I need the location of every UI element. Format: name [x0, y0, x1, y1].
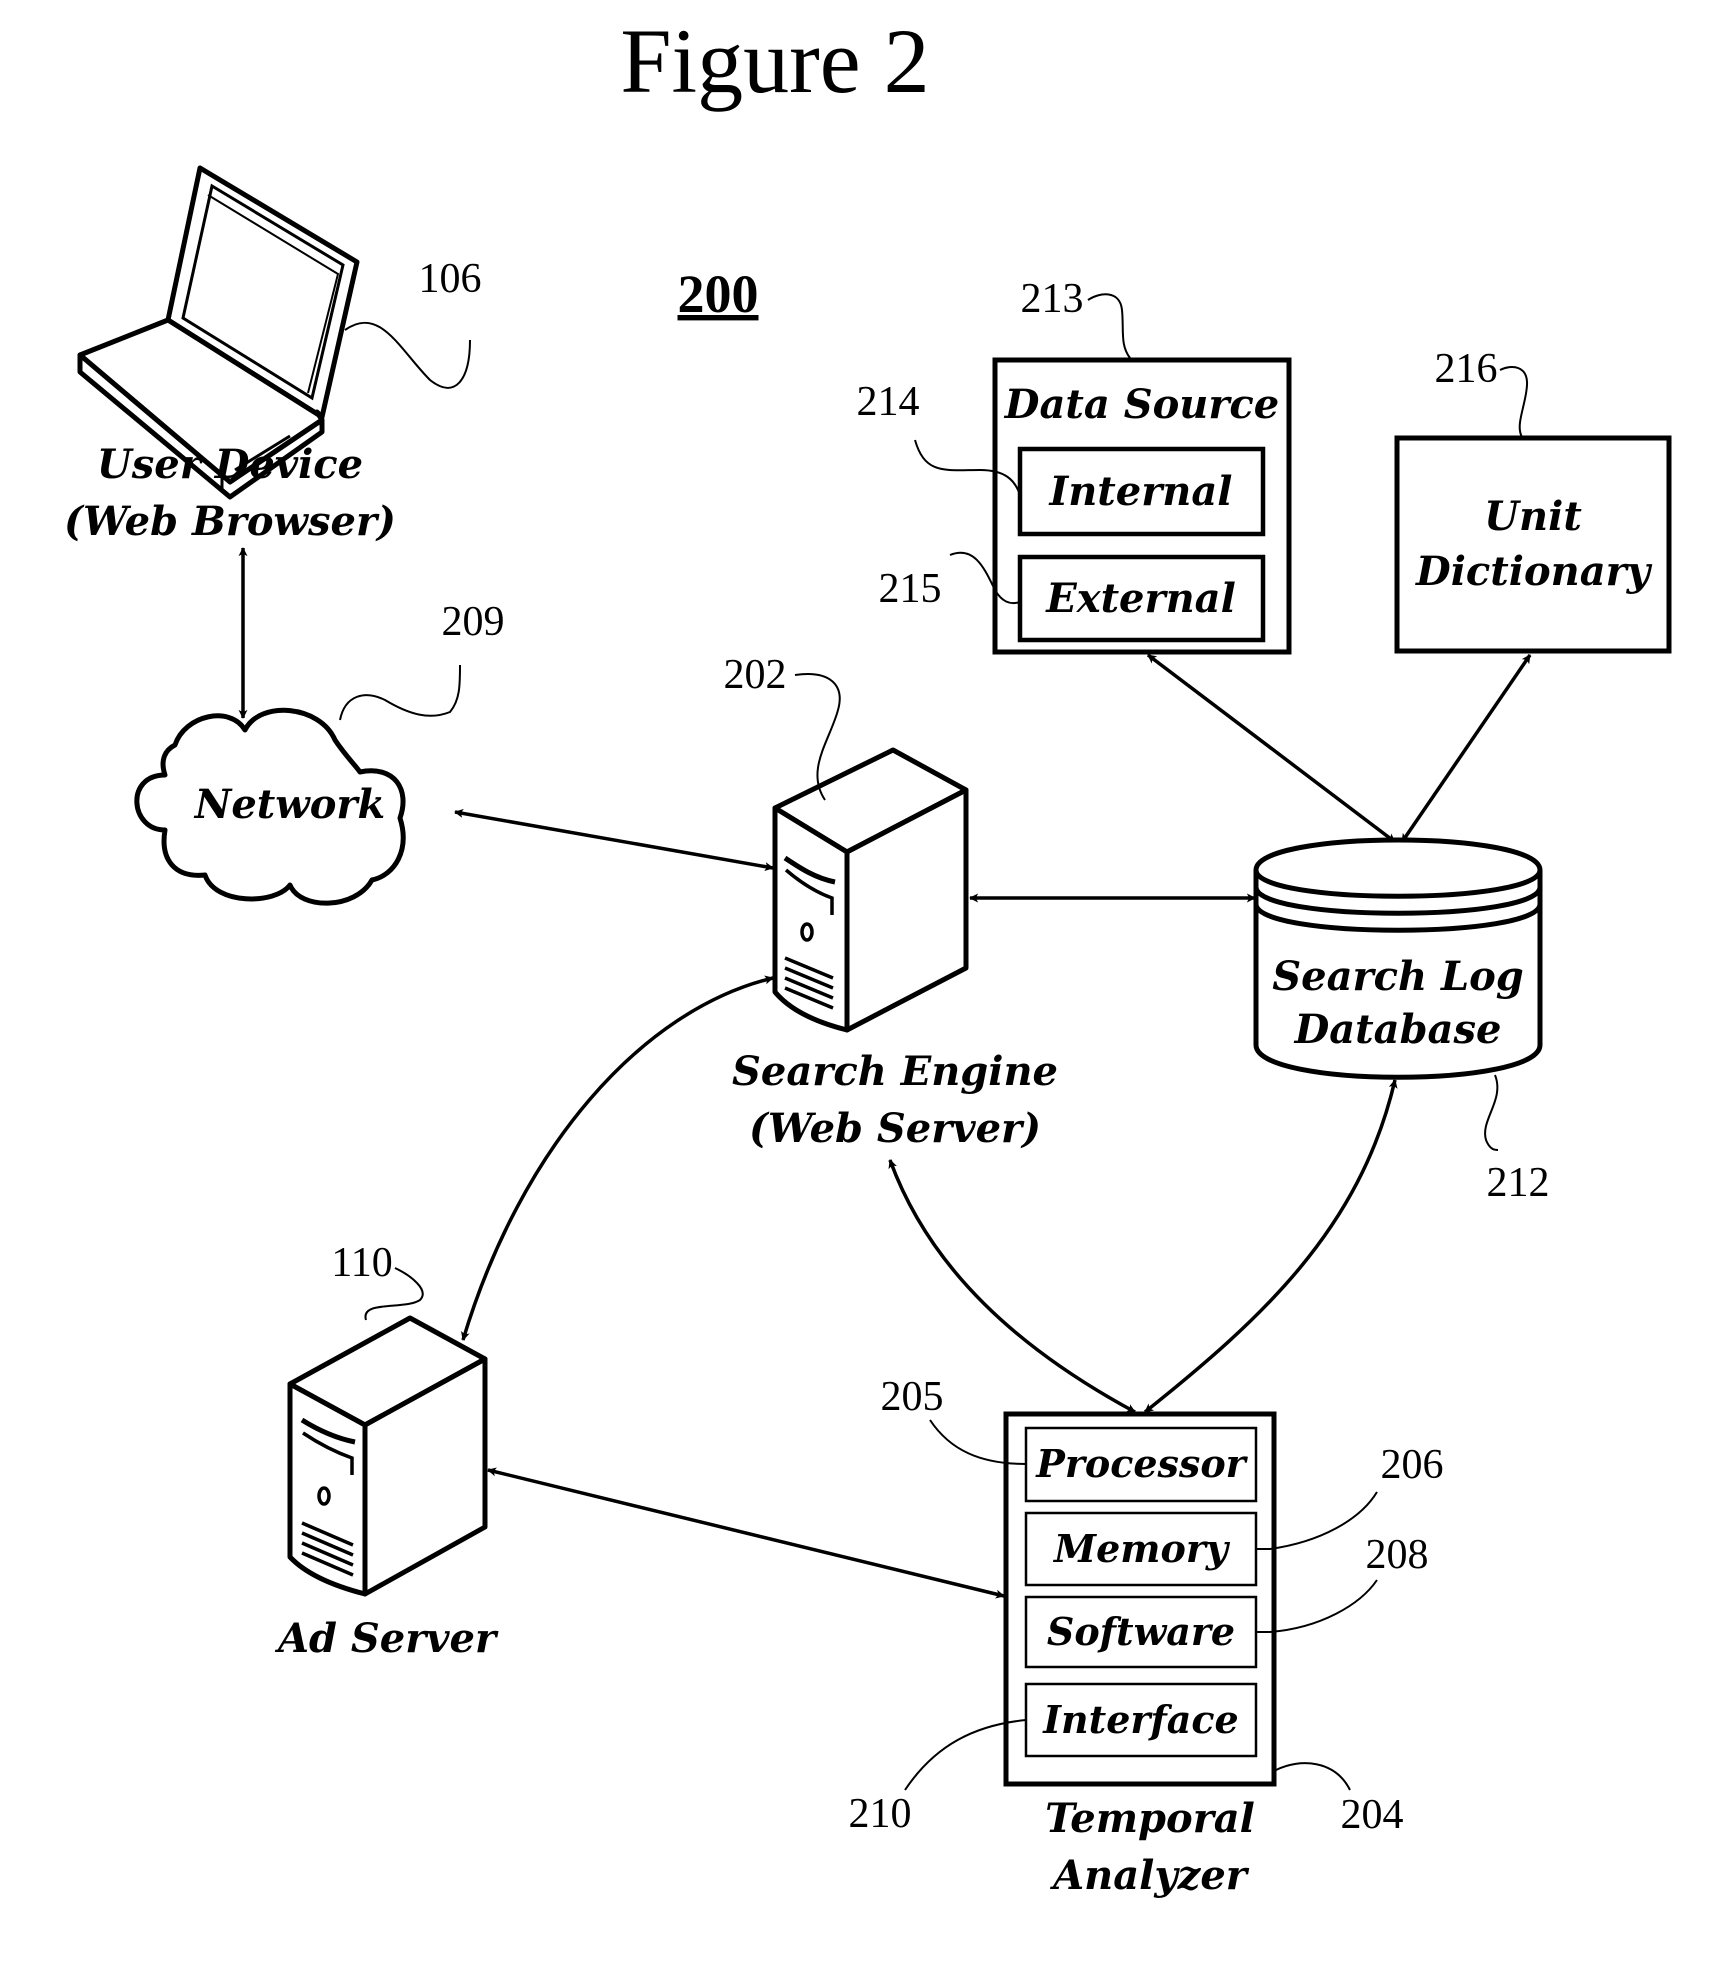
network-label: Network	[193, 781, 385, 828]
memory-label: Memory	[1052, 1526, 1231, 1571]
arrow-datasource-database	[1146, 653, 1397, 844]
ref-209: 209	[442, 599, 505, 645]
leader-213	[1087, 293, 1131, 359]
system-ref-label: 200	[678, 264, 759, 324]
search-engine-label: Search Engine	[732, 1048, 1058, 1095]
web-browser-label: (Web Browser)	[64, 498, 396, 545]
external-label: External	[1045, 575, 1236, 622]
leader-216	[1499, 366, 1529, 438]
ref-106: 106	[419, 256, 482, 302]
ref-208: 208	[1366, 1532, 1429, 1578]
database-label: Database	[1294, 1006, 1502, 1053]
ref-212: 212	[1487, 1160, 1550, 1206]
user-device[interactable]: 106 User Device (Web Browser)	[64, 165, 482, 545]
arrow-dictionary-database	[1400, 654, 1532, 843]
server-tower-icon	[287, 1315, 488, 1597]
leader-209	[339, 664, 461, 721]
interface-label: Interface	[1042, 1697, 1238, 1742]
temporal-analyzer[interactable]: Processor Memory Software Interface Temp…	[849, 1374, 1444, 1899]
ref-214: 214	[857, 379, 920, 425]
search-log-database[interactable]: Search Log Database 212	[1253, 837, 1550, 1206]
ref-210: 210	[849, 1791, 912, 1837]
ref-206: 206	[1381, 1442, 1444, 1488]
user-device-label: User Device	[97, 441, 363, 488]
figure-title: Figure 2	[620, 10, 929, 112]
ad-server[interactable]: 110 Ad Server	[274, 1240, 499, 1662]
dictionary-label: Dictionary	[1415, 548, 1653, 595]
search-log-label: Search Log	[1272, 953, 1523, 1000]
ref-213: 213	[1021, 276, 1084, 322]
leader-212	[1484, 1074, 1499, 1151]
unit-dictionary-box	[1394, 435, 1672, 654]
analyzer-label: Analyzer	[1049, 1852, 1250, 1899]
leader-204	[1275, 1762, 1351, 1791]
ref-216: 216	[1435, 346, 1498, 392]
software-label: Software	[1047, 1609, 1235, 1654]
ref-202: 202	[724, 652, 787, 698]
data-source-label: Data Source	[1004, 381, 1279, 428]
ref-205: 205	[881, 1374, 944, 1420]
arrow-adserver-temporal	[487, 1467, 1005, 1599]
web-server-label: (Web Server)	[749, 1105, 1041, 1152]
system-diagram: Figure 2 200 106 User Device (Web Browse…	[64, 10, 1672, 1899]
ref-110: 110	[331, 1240, 392, 1286]
unit-label: Unit	[1484, 493, 1582, 540]
ref-204: 204	[1341, 1792, 1404, 1838]
arrow-search-adserver	[461, 975, 774, 1341]
network[interactable]: Network 209	[134, 599, 505, 906]
server-tower-icon	[772, 747, 969, 1033]
processor-label: Processor	[1035, 1441, 1248, 1486]
arrow-network-search	[454, 808, 774, 872]
arrow-database-temporal	[1143, 1079, 1398, 1414]
search-engine[interactable]: 202 Search Engine (Web Server)	[724, 652, 1058, 1152]
ad-server-label: Ad Server	[274, 1615, 499, 1662]
internal-label: Internal	[1049, 468, 1233, 515]
temporal-label: Temporal	[1045, 1795, 1255, 1842]
leader-106	[344, 321, 471, 389]
unit-dictionary[interactable]: Unit Dictionary 216	[1394, 346, 1672, 654]
ref-215: 215	[879, 566, 942, 612]
data-source[interactable]: Data Source Internal External 213 214 21…	[857, 276, 1292, 655]
